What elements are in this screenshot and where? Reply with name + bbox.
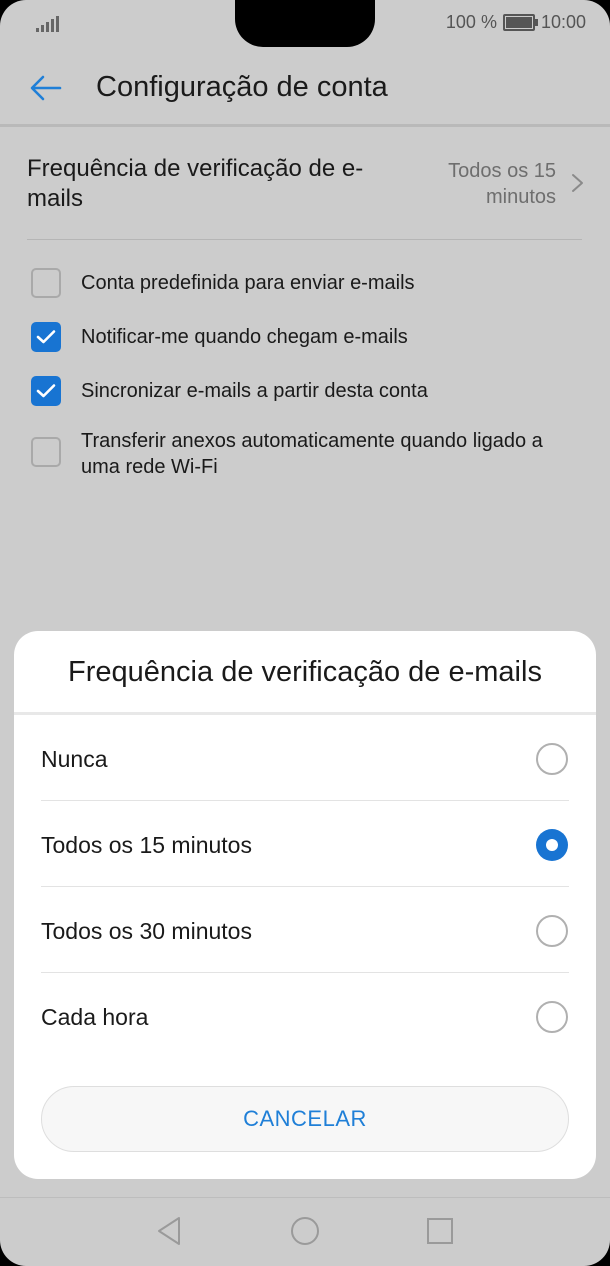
choice-15-minutes[interactable]: Todos os 15 minutos: [41, 802, 569, 888]
frequency-dialog: Frequência de verificação de e-mails Nun…: [14, 631, 596, 1179]
status-right: 100 % 10:00: [446, 12, 586, 33]
battery-icon: [502, 14, 538, 31]
checkbox-unchecked[interactable]: [31, 268, 61, 298]
circle-home-icon[interactable]: [288, 1214, 322, 1248]
dialog-title-divider: [14, 712, 596, 715]
header-divider: [0, 124, 610, 127]
option-sync[interactable]: Sincronizar e-mails a partir desta conta: [31, 376, 581, 406]
option-notify[interactable]: Notificar-me quando chegam e-mails: [31, 322, 581, 352]
choice-label: Todos os 15 minutos: [41, 832, 252, 858]
choice-label: Nunca: [41, 746, 108, 772]
battery-percent: 100 %: [445, 12, 497, 32]
arrow-left-icon[interactable]: [26, 68, 66, 108]
choice-label: Cada hora: [41, 1004, 149, 1030]
choice-divider: [41, 886, 569, 887]
option-label: Sincronizar e-mails a partir desta conta: [81, 380, 428, 402]
radio-unselected[interactable]: [536, 743, 568, 775]
radio-unselected[interactable]: [536, 915, 568, 947]
row-divider: [27, 239, 582, 240]
option-label: Notificar-me quando chegam e-mails: [81, 326, 408, 348]
checkbox-unchecked[interactable]: [31, 437, 61, 467]
checkmark-icon: [36, 384, 56, 398]
option-label: Transferir anexos automaticamente quando…: [81, 430, 543, 478]
option-label: Conta predefinida para enviar e-mails: [81, 272, 415, 294]
signal-icon: [36, 14, 59, 32]
option-auto-download[interactable]: Transferir anexos automaticamente quando…: [31, 428, 581, 480]
dialog-title: Frequência de verificação de e-mails: [68, 656, 542, 688]
nav-divider: [0, 1197, 610, 1198]
choice-divider: [41, 972, 569, 973]
status-time: 10:00: [540, 12, 586, 32]
radio-selected[interactable]: [536, 829, 568, 861]
page-title: Configuração de conta: [96, 71, 388, 103]
triangle-back-icon[interactable]: [153, 1214, 187, 1248]
option-default-account[interactable]: Conta predefinida para enviar e-mails: [31, 268, 581, 298]
choice-30-minutes[interactable]: Todos os 30 minutos: [41, 888, 569, 974]
phone-screen: 100 % 10:00 Configuração de conta Frequê…: [0, 0, 610, 1266]
cancel-button[interactable]: CANCELAR: [41, 1086, 569, 1152]
radio-unselected[interactable]: [536, 1001, 568, 1033]
camera-notch: [235, 0, 375, 47]
chevron-right-icon: [572, 174, 583, 192]
checkbox-checked[interactable]: [31, 376, 61, 406]
choice-label: Todos os 30 minutos: [41, 918, 252, 944]
checkmark-icon: [36, 330, 56, 344]
checkbox-checked[interactable]: [31, 322, 61, 352]
choice-divider: [41, 800, 569, 801]
check-frequency-label[interactable]: Frequência de verificação de e-mails: [27, 154, 387, 214]
check-frequency-value[interactable]: Todos os 15 minutos: [386, 158, 556, 210]
choice-every-hour[interactable]: Cada hora: [41, 974, 569, 1060]
square-recents-icon[interactable]: [423, 1214, 457, 1248]
choice-never[interactable]: Nunca: [41, 716, 569, 802]
